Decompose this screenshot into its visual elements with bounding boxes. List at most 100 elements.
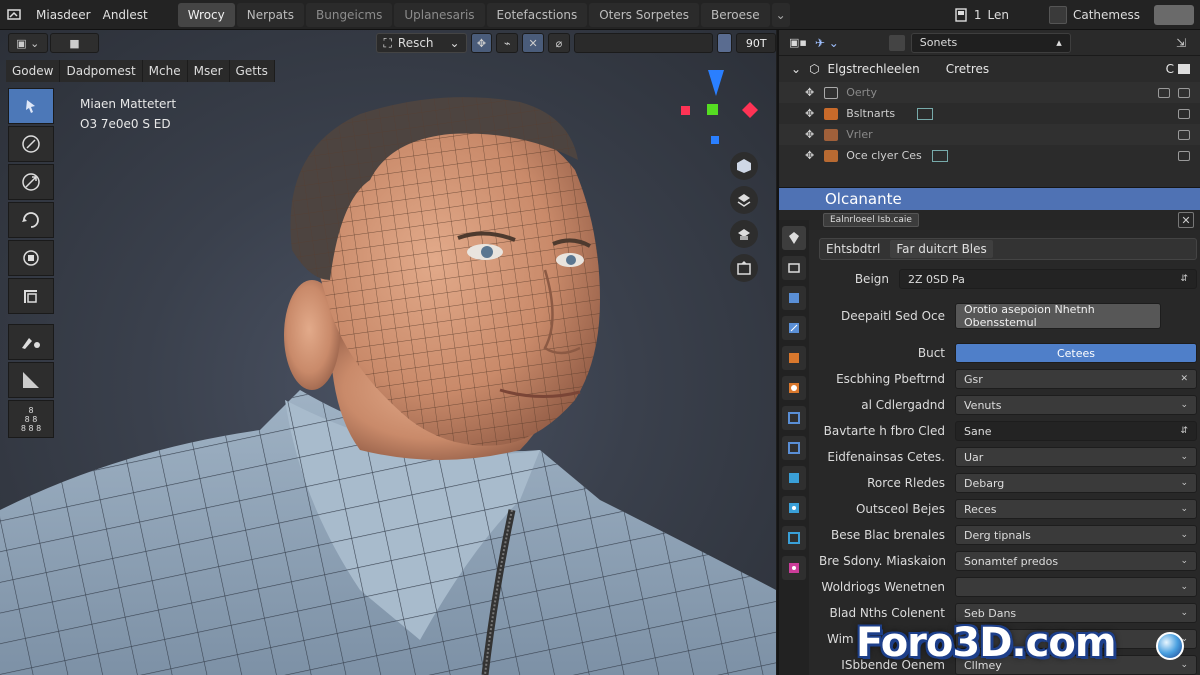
menu-file[interactable]: Miasdeer <box>30 8 97 22</box>
prop-dropdown[interactable]: Debarg ⌄ <box>955 473 1197 493</box>
tabs-more-chevron-icon[interactable]: ⌄ <box>771 2 790 27</box>
shading-value[interactable]: 90T <box>736 33 776 53</box>
workspace-tab-2[interactable]: Bungeicms <box>306 2 393 27</box>
workspace-tab-5[interactable]: Oters Sorpetes <box>589 2 699 27</box>
render-icon[interactable] <box>1178 129 1190 140</box>
prop-dropdown[interactable]: ⌄ <box>955 577 1197 597</box>
object-tab-icon[interactable] <box>782 406 806 430</box>
stepper-icon[interactable]: ⇵ <box>1180 426 1188 436</box>
mode-select[interactable]: ⛶ Resch ⌄ <box>376 33 467 53</box>
editor-type-icon[interactable]: ▣▪ <box>789 36 807 49</box>
overlay-toggle[interactable] <box>716 33 733 53</box>
material-tab-icon[interactable] <box>782 556 806 580</box>
context-pill[interactable]: Ealnrloeel Isb.caie <box>823 213 919 227</box>
scale-tool-icon[interactable] <box>8 240 54 276</box>
prop-field[interactable]: Sane ⇵ <box>955 421 1197 441</box>
select-tool-icon[interactable] <box>8 88 54 124</box>
move-tool-icon[interactable] <box>8 164 54 200</box>
view-layer-field[interactable] <box>1154 5 1194 25</box>
world-tab-icon[interactable] <box>782 376 806 400</box>
object-icon[interactable]: ■ <box>49 33 100 53</box>
clear-icon[interactable]: ✕ <box>1180 374 1188 384</box>
transform-icon[interactable]: ✥ <box>470 33 493 53</box>
prop-dropdown[interactable]: Derg tipnals ⌄ <box>955 525 1197 545</box>
outliner-search-field[interactable]: Sonets ▴ <box>910 32 1071 53</box>
tool-tab-icon[interactable] <box>782 226 806 250</box>
visibility-icon[interactable] <box>1158 87 1170 98</box>
render-icon[interactable] <box>1178 150 1190 161</box>
gizmo-z-axis[interactable] <box>708 70 724 96</box>
gizmo-neg-x[interactable] <box>742 102 758 118</box>
outliner-collection-row[interactable]: ⌄ ⬡ Elgstrechleelen Cretres C <box>779 56 1200 82</box>
transform-tool-icon[interactable] <box>8 278 54 314</box>
row-toggle-icon[interactable]: ✥ <box>805 86 814 99</box>
workspace-tab-4[interactable]: Eotefacstions <box>486 2 588 27</box>
workspace-tab-3[interactable]: Uplanesaris <box>394 2 485 27</box>
menu-edit[interactable]: Andlest <box>97 8 154 22</box>
workspace-tab-1[interactable]: Nerpats <box>236 2 304 27</box>
render-icon[interactable] <box>1178 87 1190 98</box>
stepper-icon[interactable]: ⇵ <box>1180 274 1188 284</box>
gizmo-neg-z[interactable] <box>711 136 719 144</box>
pin-icon[interactable]: ⇲ <box>1176 36 1186 50</box>
selected-object-name[interactable]: Olcanante <box>779 188 1200 210</box>
particles-tab-icon[interactable] <box>782 466 806 490</box>
outliner-row[interactable]: ✥ Oerty <box>779 82 1200 103</box>
expand-chevron-icon[interactable]: ⌄ <box>791 62 801 76</box>
pan-icon[interactable] <box>730 220 758 248</box>
output-tab-icon[interactable] <box>782 286 806 310</box>
begin-field[interactable]: 2Z 0SD Pa ⇵ <box>899 269 1197 289</box>
app-logo-icon[interactable] <box>0 0 30 30</box>
gizmo-x-axis[interactable] <box>681 106 690 115</box>
scene-tab-icon[interactable] <box>782 346 806 370</box>
view-layer-name[interactable]: Cathemess <box>1073 8 1140 22</box>
workspace-tab-0[interactable]: Wrocy <box>177 2 235 27</box>
menu-view[interactable]: Godew <box>6 60 61 82</box>
view-cube-icon[interactable] <box>730 152 758 180</box>
outliner-row[interactable]: ✥ Vrler <box>779 124 1200 145</box>
render-tab-icon[interactable] <box>782 256 806 280</box>
modifier-tab-icon[interactable] <box>782 436 806 460</box>
section-title-bar[interactable]: Ehtsbdtrl Far duitcrt Bles <box>819 238 1197 260</box>
prop-dropdown[interactable]: Venuts ⌄ <box>955 395 1197 415</box>
prop-dropdown[interactable]: Uar ⌄ <box>955 447 1197 467</box>
zoom-icon[interactable] <box>730 186 758 214</box>
menu-add[interactable]: Mche <box>142 60 188 82</box>
physics-tab-icon[interactable] <box>782 496 806 520</box>
numeric-tool[interactable]: 8 8 8 8 8 8 <box>8 400 54 438</box>
view-layer-icon[interactable] <box>1048 6 1067 24</box>
display-bar[interactable] <box>573 33 713 53</box>
constraints-tab-icon[interactable] <box>782 526 806 550</box>
annotate-tool-icon[interactable] <box>8 324 54 360</box>
prop-field[interactable]: Gsr ✕ <box>955 369 1197 389</box>
view-layer-tab-icon[interactable] <box>782 316 806 340</box>
menu-select[interactable]: Dadpomest <box>60 60 143 82</box>
proportional-icon[interactable]: ✕ <box>522 33 545 53</box>
workspace-tab-6[interactable]: Beroese <box>700 2 770 27</box>
row-toggle-icon[interactable]: ✥ <box>805 149 814 162</box>
outliner-row[interactable]: ✥ Bsltnarts <box>779 103 1200 124</box>
deep-button[interactable]: Orotio asepoion Nhetnh Obensstemul <box>955 303 1161 329</box>
prop-toggle[interactable]: Cetees <box>955 343 1197 363</box>
scene-icon[interactable] <box>954 8 968 22</box>
snap-icon[interactable]: ⌁ <box>496 33 519 53</box>
row-toggle-icon[interactable]: ✥ <box>805 107 814 120</box>
filter-icon[interactable]: ✈ ⌄ <box>815 36 839 50</box>
scene-name[interactable]: Len <box>988 8 1009 22</box>
measure-tool-icon[interactable] <box>8 362 54 398</box>
3d-viewport[interactable]: ▣ ⌄ ■ ⛶ Resch ⌄ ✥ ⌁ ✕ ⌀ 90T Godew Dadpom… <box>0 30 776 675</box>
row-toggle-icon[interactable]: ✥ <box>805 128 814 141</box>
close-icon[interactable]: ✕ <box>1178 212 1194 228</box>
menu-mesh[interactable]: Mser <box>187 60 230 82</box>
menu-gets[interactable]: Getts <box>229 60 275 82</box>
pivot-icon[interactable]: ⌀ <box>548 33 570 53</box>
outliner-row[interactable]: ✥ Oce clyer Ces <box>779 145 1200 166</box>
editor-type-button[interactable]: ▣ ⌄ <box>8 33 48 53</box>
display-mode-icon[interactable] <box>888 34 905 51</box>
rotate-tool-icon[interactable] <box>8 202 54 238</box>
gizmo-y-axis[interactable] <box>707 104 718 115</box>
camera-icon[interactable] <box>730 254 758 282</box>
render-icon[interactable] <box>1178 108 1190 119</box>
prop-dropdown[interactable]: Sonamtef predos ⌄ <box>955 551 1197 571</box>
prop-dropdown[interactable]: Reces ⌄ <box>955 499 1197 519</box>
